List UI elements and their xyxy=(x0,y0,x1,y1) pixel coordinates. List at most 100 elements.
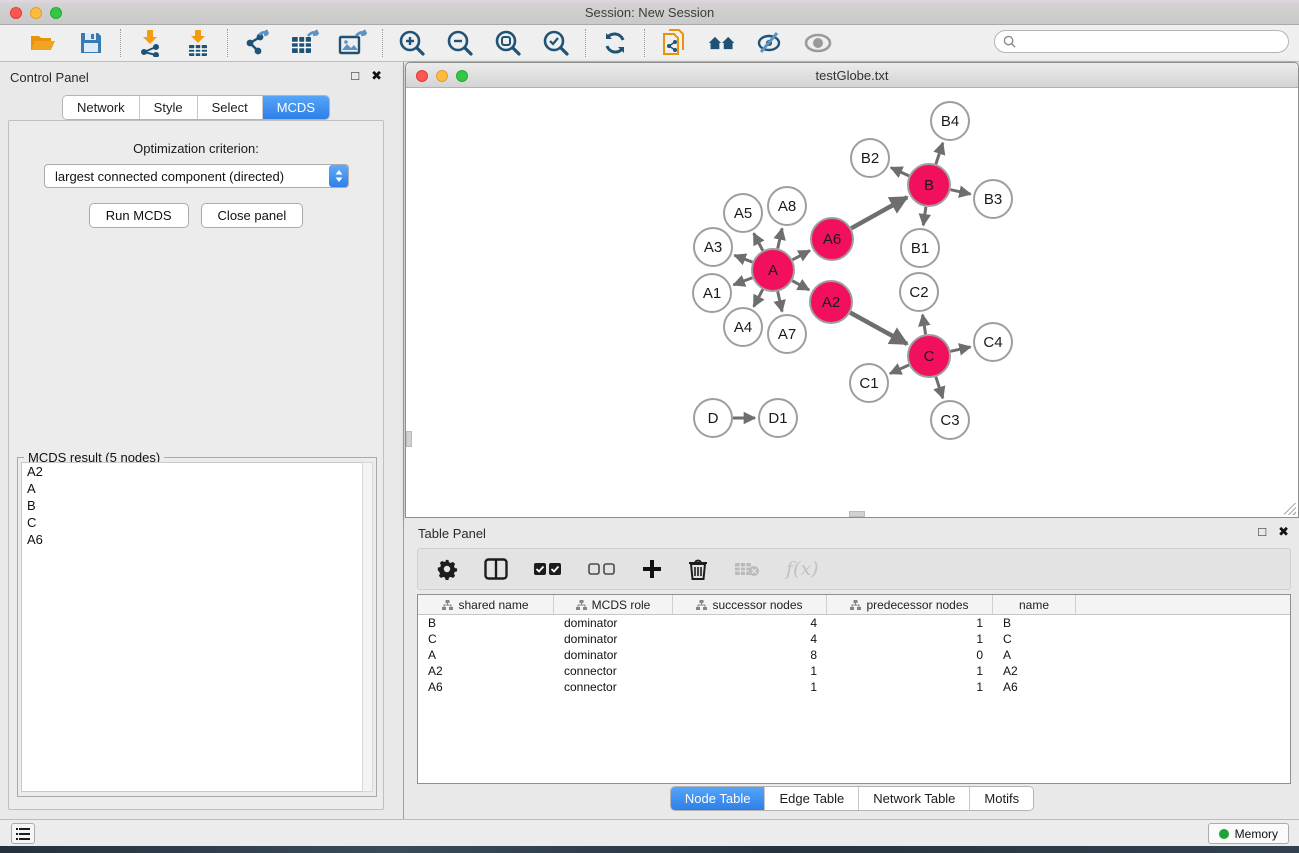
resize-grip-icon[interactable] xyxy=(1284,503,1296,515)
graph-node-A4[interactable]: A4 xyxy=(724,308,762,346)
table-row[interactable]: A6connector11A6 xyxy=(418,679,1290,695)
zoom-out-icon[interactable] xyxy=(445,29,475,57)
graph-edge-A-A6[interactable] xyxy=(792,251,809,260)
result-list-item[interactable]: C xyxy=(22,514,364,531)
add-column-icon[interactable] xyxy=(642,559,662,579)
graph-edge-A-A7[interactable] xyxy=(778,291,782,311)
graph-node-A6[interactable]: A6 xyxy=(811,218,853,260)
vertical-scroll-nub[interactable] xyxy=(406,431,412,447)
graph-node-C3[interactable]: C3 xyxy=(931,401,969,439)
graph-node-B4[interactable]: B4 xyxy=(931,102,969,140)
graph-node-B[interactable]: B xyxy=(908,164,950,206)
float-table-panel-icon[interactable]: □ xyxy=(1258,525,1266,539)
graph-edge-C-C1[interactable] xyxy=(890,365,909,374)
graph-edge-A-A5[interactable] xyxy=(754,233,763,250)
ndex-home-icon[interactable] xyxy=(707,29,737,57)
graph-node-A8[interactable]: A8 xyxy=(768,187,806,225)
graph-node-A7[interactable]: A7 xyxy=(768,315,806,353)
zoom-selected-icon[interactable] xyxy=(541,29,571,57)
graph-node-C2[interactable]: C2 xyxy=(900,273,938,311)
graph-edge-A-A2[interactable] xyxy=(792,281,809,290)
graph-edge-B-B2[interactable] xyxy=(891,168,909,176)
task-history-button[interactable] xyxy=(11,823,35,844)
result-list-item[interactable]: A6 xyxy=(22,531,364,548)
column-header-name[interactable]: name xyxy=(993,595,1076,614)
float-panel-icon[interactable]: □ xyxy=(351,69,359,83)
graph-edge-A-A8[interactable] xyxy=(778,228,782,248)
eye-icon[interactable] xyxy=(803,29,833,57)
table-row[interactable]: Cdominator41C xyxy=(418,631,1290,647)
graph-edge-B-B1[interactable] xyxy=(923,207,926,225)
graph-edge-A-A3[interactable] xyxy=(734,255,752,262)
save-session-icon[interactable] xyxy=(76,29,106,57)
graph-node-A[interactable]: A xyxy=(752,249,794,291)
graph-edge-A2-C[interactable] xyxy=(850,313,907,344)
column-layout-icon[interactable] xyxy=(484,558,508,580)
table-row[interactable]: Adominator80A xyxy=(418,647,1290,663)
hide-details-icon[interactable] xyxy=(755,29,785,57)
graph-edge-A-A4[interactable] xyxy=(754,289,763,306)
network-canvas[interactable]: B4B2BB3A5A8A6A3B1AA1C2A2A4A7C4CC1C3DD1 xyxy=(407,88,1297,506)
tab-edge-table[interactable]: Edge Table xyxy=(765,787,859,810)
graph-edge-C-C2[interactable] xyxy=(923,315,926,335)
graph-node-B3[interactable]: B3 xyxy=(974,180,1012,218)
result-list-item[interactable]: A xyxy=(22,480,364,497)
export-image-icon[interactable] xyxy=(338,29,368,57)
graph-node-A2[interactable]: A2 xyxy=(810,281,852,323)
result-list-scrollbar[interactable] xyxy=(362,462,373,792)
column-header-shared-name[interactable]: shared name xyxy=(418,595,554,614)
run-mcds-button[interactable]: Run MCDS xyxy=(89,203,189,228)
graph-node-B2[interactable]: B2 xyxy=(851,139,889,177)
table-row[interactable]: A2connector11A2 xyxy=(418,663,1290,679)
close-panel-icon[interactable]: ✖ xyxy=(371,69,382,83)
graph-node-A5[interactable]: A5 xyxy=(724,194,762,232)
graph-node-C1[interactable]: C1 xyxy=(850,364,888,402)
graph-edge-B-B3[interactable] xyxy=(950,190,970,194)
import-table-icon[interactable] xyxy=(183,29,213,57)
column-header-MCDS-role[interactable]: MCDS role xyxy=(554,595,673,614)
search-field[interactable] xyxy=(994,30,1289,53)
copy-network-icon[interactable] xyxy=(659,29,689,57)
criterion-dropdown[interactable]: largest connected component (directed) xyxy=(44,164,349,188)
select-all-icon[interactable] xyxy=(534,562,562,576)
graph-edge-A-A1[interactable] xyxy=(734,278,753,285)
graph-edge-B-B4[interactable] xyxy=(936,143,943,164)
graph-node-C4[interactable]: C4 xyxy=(974,323,1012,361)
import-network-icon[interactable] xyxy=(135,29,165,57)
export-network-icon[interactable] xyxy=(242,29,272,57)
column-header-predecessor-nodes[interactable]: predecessor nodes xyxy=(827,595,993,614)
zoom-in-icon[interactable] xyxy=(397,29,427,57)
result-list-item[interactable]: B xyxy=(22,497,364,514)
table-row[interactable]: Bdominator41B xyxy=(418,615,1290,631)
tab-select[interactable]: Select xyxy=(198,96,263,119)
graph-node-D1[interactable]: D1 xyxy=(759,399,797,437)
network-window-titlebar[interactable]: testGlobe.txt xyxy=(406,63,1298,88)
layout-refresh-icon[interactable] xyxy=(600,29,630,57)
tab-mcds[interactable]: MCDS xyxy=(263,96,329,119)
search-input[interactable] xyxy=(1021,35,1288,49)
tab-network-table[interactable]: Network Table xyxy=(859,787,970,810)
graph-node-A1[interactable]: A1 xyxy=(693,274,731,312)
mcds-result-list[interactable]: A2ABCA6 xyxy=(21,462,365,792)
tab-motifs[interactable]: Motifs xyxy=(970,787,1033,810)
export-table-icon[interactable] xyxy=(290,29,320,57)
close-panel-button[interactable]: Close panel xyxy=(201,203,304,228)
result-list-item[interactable]: A2 xyxy=(22,463,364,480)
graph-node-D[interactable]: D xyxy=(694,399,732,437)
column-header-successor-nodes[interactable]: successor nodes xyxy=(673,595,827,614)
close-table-panel-icon[interactable]: ✖ xyxy=(1278,525,1289,539)
graph-edge-A6-B[interactable] xyxy=(851,197,907,228)
graph-node-A3[interactable]: A3 xyxy=(694,228,732,266)
memory-button[interactable]: Memory xyxy=(1208,823,1289,844)
zoom-fit-icon[interactable] xyxy=(493,29,523,57)
horizontal-scroll-nub[interactable] xyxy=(849,511,865,517)
delete-column-icon[interactable] xyxy=(688,558,708,580)
graph-node-C[interactable]: C xyxy=(908,335,950,377)
graph-edge-C-C4[interactable] xyxy=(950,347,970,351)
gear-icon[interactable] xyxy=(436,558,458,580)
graph-edge-C-C3[interactable] xyxy=(936,377,943,398)
tab-network[interactable]: Network xyxy=(63,96,140,119)
deselect-all-icon[interactable] xyxy=(588,562,616,576)
tab-style[interactable]: Style xyxy=(140,96,198,119)
tab-node-table[interactable]: Node Table xyxy=(671,787,766,810)
